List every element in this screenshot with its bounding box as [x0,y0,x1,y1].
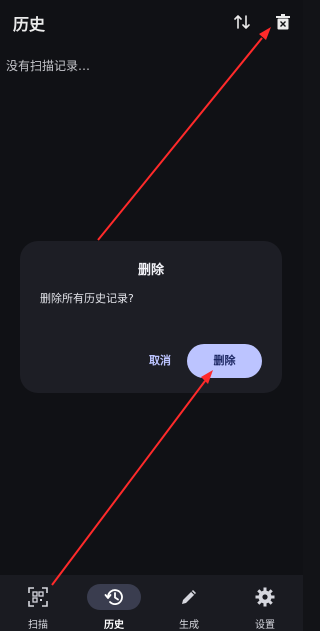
annotation-arrow-to-confirm [51,380,206,586]
annotation-arrow-to-delete [97,37,263,241]
annotation-arrows [51,27,271,586]
annotation-arrowhead-bottom [201,370,213,384]
